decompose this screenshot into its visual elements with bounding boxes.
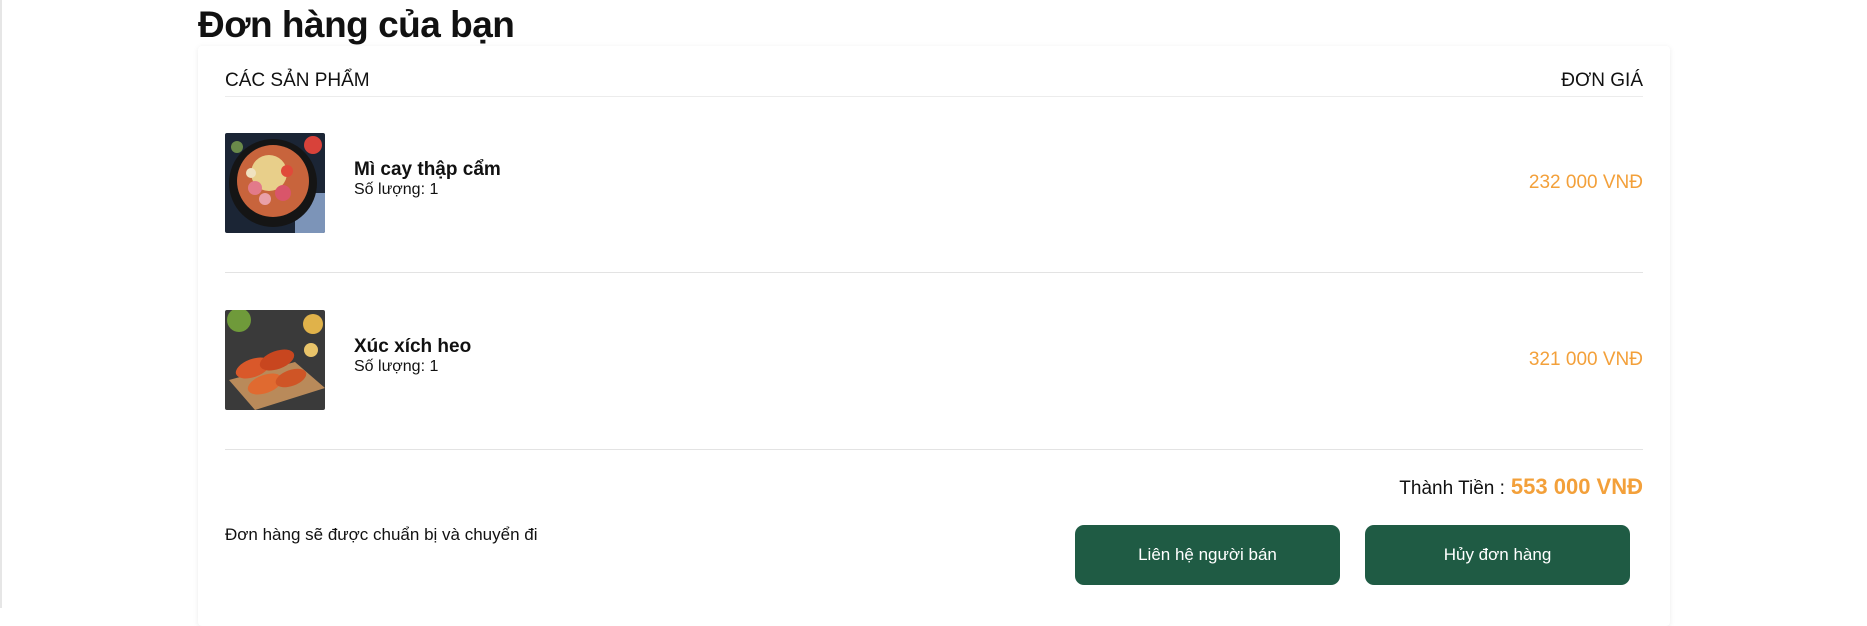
product-price: 321 000 VNĐ	[1528, 349, 1643, 370]
product-info: Mì cay thập cẩm Số lượng: 1	[354, 159, 501, 199]
page-title: Đơn hàng của bạn	[198, 4, 515, 45]
order-total: Thành Tiền : 553 000 VNĐ	[1399, 474, 1643, 500]
order-item: Xúc xích heo Số lượng: 1 321 000 VNĐ	[225, 273, 1643, 450]
product-quantity: Số lượng: 1	[354, 181, 439, 198]
column-header-products: CÁC SẢN PHẨM	[225, 70, 370, 91]
cancel-order-button[interactable]: Hủy đơn hàng	[1365, 525, 1630, 585]
total-value: 553 000 VNĐ	[1510, 474, 1643, 499]
order-status-text: Đơn hàng sẽ được chuẩn bị và chuyển đi	[225, 525, 538, 544]
product-image-pork-sausage[interactable]	[225, 310, 325, 410]
order-card: CÁC SẢN PHẨM ĐƠN GIÁ Mì cay thập cẩm Số …	[198, 46, 1670, 626]
total-label: Thành Tiền :	[1399, 478, 1505, 499]
column-header-unit-price: ĐƠN GIÁ	[1561, 70, 1643, 91]
product-info: Xúc xích heo Số lượng: 1	[354, 336, 471, 376]
product-name[interactable]: Mì cay thập cẩm	[354, 159, 501, 181]
contact-seller-button[interactable]: Liên hệ người bán	[1075, 525, 1340, 585]
window-left-edge	[0, 0, 2, 608]
product-price: 232 000 VNĐ	[1528, 172, 1643, 193]
product-quantity: Số lượng: 1	[354, 358, 439, 375]
product-name[interactable]: Xúc xích heo	[354, 336, 471, 358]
order-table-header: CÁC SẢN PHẨM ĐƠN GIÁ	[225, 70, 1643, 97]
order-item: Mì cay thập cẩm Số lượng: 1 232 000 VNĐ	[225, 96, 1643, 273]
product-image-spicy-noodle[interactable]	[225, 133, 325, 233]
